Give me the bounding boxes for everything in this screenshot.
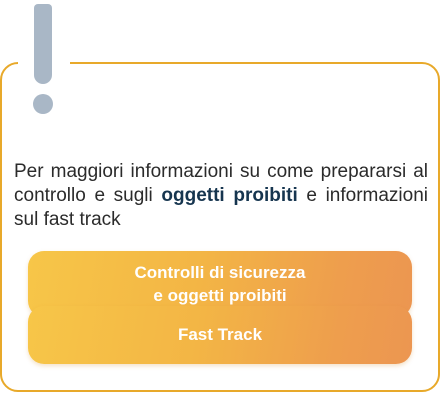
fast-track-button-label: Fast Track bbox=[177, 325, 263, 344]
security-button-label-line2: e oggetti proibiti bbox=[153, 286, 287, 305]
fast-track-button[interactable]: Fast Track bbox=[28, 306, 412, 364]
security-button-label-line1: Controlli di sicurezza bbox=[134, 263, 306, 282]
exclamation-dot bbox=[33, 94, 53, 114]
exclamation-bar bbox=[34, 4, 52, 84]
exclamation-mark-icon bbox=[31, 0, 57, 120]
info-bold-proibiti: proibiti bbox=[233, 185, 298, 206]
info-paragraph: Per maggiori informazioni su come prepar… bbox=[14, 160, 428, 232]
info-bold-oggetti: oggetti bbox=[161, 185, 225, 206]
